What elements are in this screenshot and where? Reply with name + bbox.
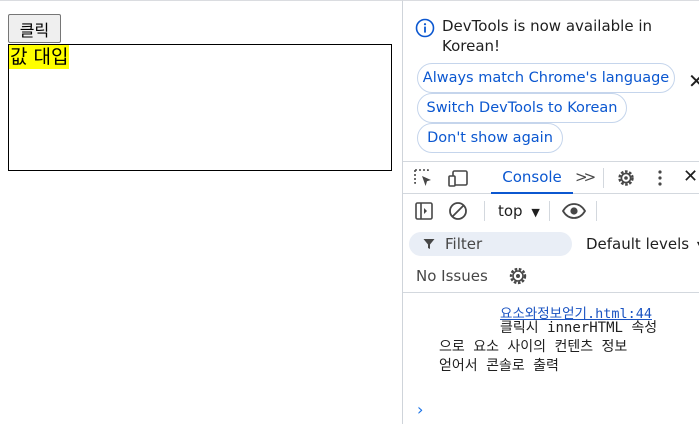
language-notice: DevTools is now available in Korean!: [442, 17, 652, 55]
sidebar-toggle-icon[interactable]: [413, 201, 435, 221]
log-message-line-3: 얻어서 콘솔로 출력: [439, 358, 559, 374]
dont-show-again-button[interactable]: Don't show again: [417, 123, 563, 153]
console-divider: [403, 292, 699, 293]
issues-status: No Issues: [416, 267, 488, 285]
context-select[interactable]: top ▼: [498, 202, 540, 220]
close-devtools-icon[interactable]: ✕: [683, 166, 698, 187]
context-select-value: top: [498, 202, 523, 220]
content-text: 값 대입: [9, 45, 70, 69]
info-icon: [415, 18, 435, 38]
kebab-menu-icon[interactable]: [649, 168, 671, 188]
tab-console[interactable]: Console: [491, 162, 573, 194]
settings-gear-icon[interactable]: [615, 168, 637, 188]
live-expression-eye-icon[interactable]: [561, 201, 587, 221]
close-icon[interactable]: ✕: [688, 69, 699, 93]
filter-placeholder: Filter: [445, 235, 483, 253]
content-box: 값 대입: [8, 44, 392, 171]
devtools-panel: DevTools is now available in Korean! Alw…: [402, 0, 699, 424]
clear-console-icon[interactable]: [447, 201, 469, 221]
toolbar-divider: [549, 201, 550, 221]
more-tabs-icon[interactable]: >>: [575, 168, 596, 186]
log-message-line-2: 으로 요소 사이의 컨텐츠 정보: [439, 339, 628, 355]
console-prompt-icon[interactable]: ›: [417, 400, 423, 419]
click-button[interactable]: 클릭: [8, 14, 61, 43]
toolbar-divider: [603, 168, 604, 188]
issues-settings-gear-icon[interactable]: [507, 265, 529, 287]
switch-to-korean-button[interactable]: Switch DevTools to Korean: [417, 93, 627, 123]
toolbar-divider: [484, 201, 485, 221]
log-levels-value: Default levels: [586, 235, 690, 253]
page-viewport: 클릭 값 대입: [0, 0, 402, 424]
log-levels-dropdown[interactable]: Default levels ▼: [586, 235, 699, 253]
console-toolbar: top ▼: [403, 195, 699, 227]
log-message-line-1: 클릭시 innerHTML 속성: [500, 320, 658, 336]
devtools-toolbar: Console >> ✕: [403, 161, 699, 194]
chevron-down-icon: ▼: [531, 206, 540, 219]
device-toolbar-icon[interactable]: [448, 168, 470, 188]
toolbar-divider: [596, 201, 597, 221]
inspect-element-icon[interactable]: [413, 168, 435, 188]
always-match-language-button[interactable]: Always match Chrome's language: [417, 63, 675, 93]
filter-icon: [423, 239, 435, 249]
